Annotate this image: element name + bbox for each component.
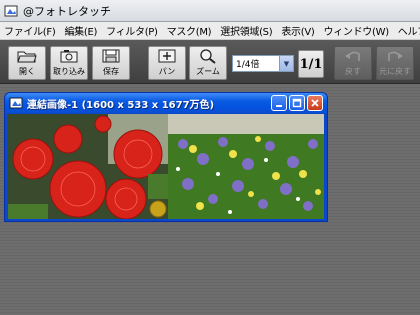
menu-edit[interactable]: 編集(E)	[64, 23, 97, 38]
folder-open-icon	[17, 51, 37, 63]
save-icon	[102, 49, 120, 63]
undo-button[interactable]: 戻す	[334, 46, 372, 80]
pan-button[interactable]: パン	[148, 46, 186, 80]
image-canvas[interactable]	[8, 114, 324, 219]
zoom-label: ズーム	[196, 67, 220, 76]
menu-selection[interactable]: 選択領域(S)	[220, 23, 272, 38]
zoom-button[interactable]: ズーム	[189, 46, 227, 80]
pan-label: パン	[158, 67, 176, 76]
app-title: @フォトレタッチ	[23, 4, 111, 18]
redo-icon	[388, 51, 403, 61]
import-label: 取り込み	[53, 67, 85, 76]
open-button[interactable]: 開く	[8, 46, 46, 80]
close-button[interactable]	[307, 95, 323, 111]
menu-bar: ファイル(F) 編集(E) フィルタ(P) マスク(M) 選択領域(S) 表示(…	[0, 22, 420, 40]
merged-photo	[8, 114, 324, 219]
actual-size-label: 1/1	[299, 56, 323, 72]
image-window-title: 連結画像-1 (1600 x 533 x 1677万色)	[27, 99, 215, 111]
menu-filter[interactable]: フィルタ(P)	[106, 23, 158, 38]
menu-window[interactable]: ウィンドウ(W)	[324, 23, 390, 38]
maximize-button[interactable]	[289, 95, 305, 111]
toolbar: 開く 取り込み 保存 パン ズーム 1/4倍 ▼ 1/1 戻す 元に戻す	[0, 40, 420, 84]
menu-view[interactable]: 表示(V)	[281, 23, 314, 38]
image-window[interactable]: 連結画像-1 (1600 x 533 x 1677万色)	[4, 92, 328, 222]
undo-label: 戻す	[345, 67, 361, 76]
import-button[interactable]: 取り込み	[50, 46, 88, 80]
app-title-bar: @フォトレタッチ	[0, 0, 420, 22]
actual-size-button[interactable]: 1/1	[298, 50, 324, 78]
app-icon	[4, 4, 18, 18]
redo-button[interactable]: 元に戻す	[376, 46, 414, 80]
open-label: 開く	[19, 67, 35, 76]
maximize-icon	[292, 98, 302, 108]
chevron-down-icon[interactable]: ▼	[279, 56, 293, 71]
save-button[interactable]: 保存	[92, 46, 130, 80]
image-window-title-bar[interactable]: 連結画像-1 (1600 x 533 x 1677万色)	[5, 93, 327, 113]
menu-file[interactable]: ファイル(F)	[4, 23, 56, 38]
undo-icon	[345, 51, 360, 61]
magnifier-icon	[200, 49, 216, 64]
save-label: 保存	[103, 67, 119, 76]
minimize-icon	[276, 105, 282, 107]
menu-help[interactable]: ヘルプ(H)	[398, 23, 420, 38]
camera-import-icon	[60, 50, 78, 63]
minimize-button[interactable]	[271, 95, 287, 111]
pan-icon	[158, 49, 176, 63]
image-window-icon	[9, 96, 23, 110]
redo-label: 元に戻す	[379, 67, 411, 76]
menu-mask[interactable]: マスク(M)	[167, 23, 212, 38]
close-icon	[311, 99, 319, 107]
zoom-level-select[interactable]: 1/4倍 ▼	[232, 55, 294, 72]
zoom-level-value: 1/4倍	[236, 60, 260, 70]
